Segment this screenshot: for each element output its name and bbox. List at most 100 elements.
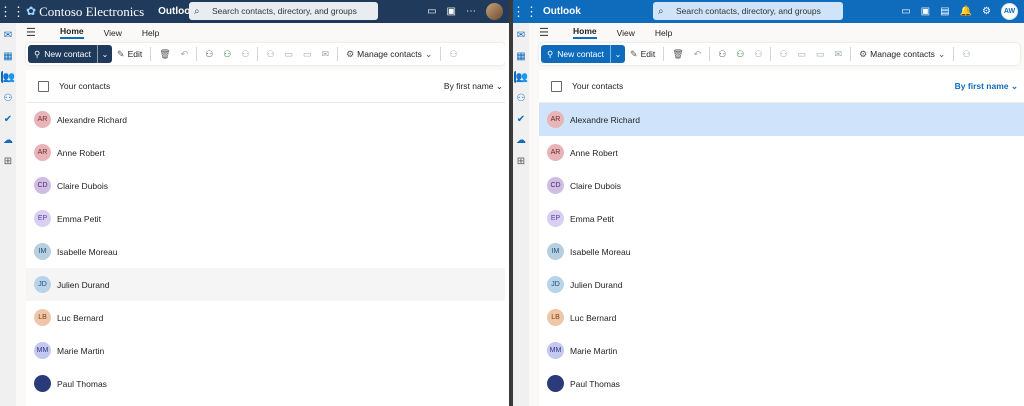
- select-all-checkbox[interactable]: [551, 80, 562, 92]
- call-button[interactable]: ▭: [811, 49, 830, 60]
- groups-icon[interactable]: ⚇: [2, 92, 14, 104]
- add-to-list-button[interactable]: ⚇: [713, 49, 731, 60]
- meet-icon[interactable]: ▭: [427, 6, 436, 17]
- notes-icon[interactable]: ▤: [940, 6, 949, 17]
- new-contact-button[interactable]: ⚲ New contact ⌄: [541, 45, 626, 63]
- contact-row[interactable]: MM Marie Martin: [539, 334, 1024, 367]
- call-button[interactable]: ▭: [298, 49, 317, 60]
- bell-icon[interactable]: 🔔: [960, 6, 972, 17]
- call-icon: ▭: [303, 48, 312, 59]
- tab-home[interactable]: Home: [60, 26, 84, 39]
- link-button[interactable]: ⚇: [261, 49, 279, 60]
- tab-home[interactable]: Home: [573, 26, 597, 39]
- contact-row[interactable]: AR Anne Robert: [539, 136, 1024, 169]
- onedrive-icon[interactable]: ☁: [2, 134, 14, 146]
- contact-row[interactable]: CD Claire Dubois: [26, 169, 509, 202]
- share-button[interactable]: ⚇: [749, 49, 767, 60]
- contact-avatar: IM: [547, 243, 564, 260]
- contact-row[interactable]: Paul Thomas: [26, 367, 509, 400]
- app-launcher-icon[interactable]: ⋮⋮: [0, 0, 25, 23]
- delete-button[interactable]: 🗑: [667, 49, 688, 60]
- mail-icon[interactable]: ✉: [2, 29, 14, 41]
- groups-icon[interactable]: ⚇: [515, 92, 527, 104]
- person-star-icon: ⚇: [736, 48, 745, 59]
- share-button[interactable]: ⚇: [236, 49, 254, 60]
- tab-view[interactable]: View: [617, 28, 635, 38]
- onenote-icon[interactable]: ▣: [447, 6, 456, 17]
- top-bar-actions: ▭ ▣ ▤ 🔔 ⚙ AW: [901, 0, 1018, 23]
- chat-button[interactable]: ▭: [280, 49, 299, 60]
- favorite-button[interactable]: ⚇: [731, 49, 749, 60]
- undo-button[interactable]: ↶: [689, 49, 707, 60]
- contact-row[interactable]: EP Emma Petit: [539, 202, 1024, 235]
- contact-row[interactable]: IM Isabelle Moreau: [26, 235, 509, 268]
- people-icon[interactable]: 👥: [514, 71, 528, 83]
- calendar-icon[interactable]: ▦: [2, 50, 14, 62]
- search-box[interactable]: ⌕ Search contacts, directory, and groups: [653, 2, 843, 20]
- people-settings-button[interactable]: ⚇: [444, 49, 462, 60]
- contact-row[interactable]: MM Marie Martin: [26, 334, 509, 367]
- contact-row[interactable]: LB Luc Bernard: [539, 301, 1024, 334]
- calendar-icon[interactable]: ▦: [515, 50, 527, 62]
- new-contact-label: New contact: [44, 49, 92, 59]
- apps-icon[interactable]: ⊞: [2, 155, 14, 167]
- contact-row[interactable]: Paul Thomas: [539, 367, 1024, 400]
- contact-row[interactable]: LB Luc Bernard: [26, 301, 509, 334]
- favorite-button[interactable]: ⚇: [218, 49, 236, 60]
- profile-avatar[interactable]: AW: [1001, 3, 1018, 20]
- contact-row[interactable]: CD Claire Dubois: [539, 169, 1024, 202]
- add-to-list-button[interactable]: ⚇: [200, 49, 218, 60]
- tab-help[interactable]: Help: [655, 28, 672, 38]
- contact-avatar: [547, 375, 564, 392]
- contoso-logo-icon: ✿: [26, 4, 37, 18]
- manage-contacts-button[interactable]: ⚙ Manage contacts ⌄: [854, 49, 950, 60]
- contact-row[interactable]: EP Emma Petit: [26, 202, 509, 235]
- undo-button[interactable]: ↶: [176, 49, 194, 60]
- sort-dropdown[interactable]: By first name ⌄: [444, 81, 503, 92]
- onedrive-icon[interactable]: ☁: [515, 134, 527, 146]
- manage-contacts-button[interactable]: ⚙ Manage contacts ⌄: [341, 49, 437, 60]
- people-settings-button[interactable]: ⚇: [957, 49, 975, 60]
- menu-bar: ☰ Home View Help: [26, 23, 509, 42]
- chat-button[interactable]: ▭: [793, 49, 812, 60]
- search-box[interactable]: ⌕ Search contacts, directory, and groups: [189, 2, 378, 20]
- settings-icon[interactable]: ⚙: [982, 6, 991, 17]
- delete-button[interactable]: 🗑: [154, 49, 175, 60]
- manage-people-icon: ⚙: [346, 48, 355, 59]
- new-contact-button[interactable]: ⚲ New contact ⌄: [28, 45, 113, 63]
- tab-help[interactable]: Help: [142, 28, 159, 38]
- people-icon[interactable]: 👥: [1, 71, 15, 83]
- contact-name: Emma Petit: [570, 213, 614, 224]
- hamburger-icon[interactable]: ☰: [539, 26, 553, 39]
- email-button[interactable]: ✉: [317, 49, 335, 60]
- link-button[interactable]: ⚇: [774, 49, 792, 60]
- onenote-icon[interactable]: ▣: [921, 6, 930, 17]
- contact-row[interactable]: IM Isabelle Moreau: [539, 235, 1024, 268]
- mail-icon[interactable]: ✉: [515, 29, 527, 41]
- contact-row[interactable]: AR Anne Robert: [26, 136, 509, 169]
- todo-icon[interactable]: ✔: [515, 113, 527, 125]
- meet-icon[interactable]: ▭: [901, 6, 910, 17]
- contact-row[interactable]: JD Julien Durand: [26, 268, 509, 301]
- edit-button[interactable]: ✎ Edit: [112, 49, 147, 60]
- contact-row[interactable]: AR Alexandre Richard: [539, 103, 1024, 136]
- more-icon[interactable]: ⋯: [466, 6, 476, 17]
- email-button[interactable]: ✉: [830, 49, 848, 60]
- chevron-down-icon: ⌄: [937, 48, 946, 59]
- apps-icon[interactable]: ⊞: [515, 155, 527, 167]
- todo-icon[interactable]: ✔: [2, 113, 14, 125]
- hamburger-icon[interactable]: ☰: [26, 26, 40, 39]
- edit-button[interactable]: ✎ Edit: [625, 49, 660, 60]
- contact-name: Luc Bernard: [570, 312, 617, 323]
- app-name[interactable]: Outlook: [543, 6, 581, 17]
- sort-dropdown[interactable]: By first name ⌄: [955, 81, 1018, 92]
- chevron-down-icon[interactable]: ⌄: [97, 45, 112, 63]
- ribbon-toolbar: ⚲ New contact ⌄ ✎ Edit 🗑 ↶ ⚇ ⚇ ⚇ ⚇ ▭ ▭ ✉ ⚙…: [26, 43, 505, 65]
- tab-view[interactable]: View: [104, 28, 122, 38]
- app-launcher-icon[interactable]: ⋮⋮: [513, 0, 538, 23]
- chevron-down-icon[interactable]: ⌄: [610, 45, 625, 63]
- profile-avatar[interactable]: [486, 3, 503, 20]
- contact-row[interactable]: AR Alexandre Richard: [26, 103, 509, 136]
- select-all-checkbox[interactable]: [38, 80, 49, 92]
- contact-row[interactable]: JD Julien Durand: [539, 268, 1024, 301]
